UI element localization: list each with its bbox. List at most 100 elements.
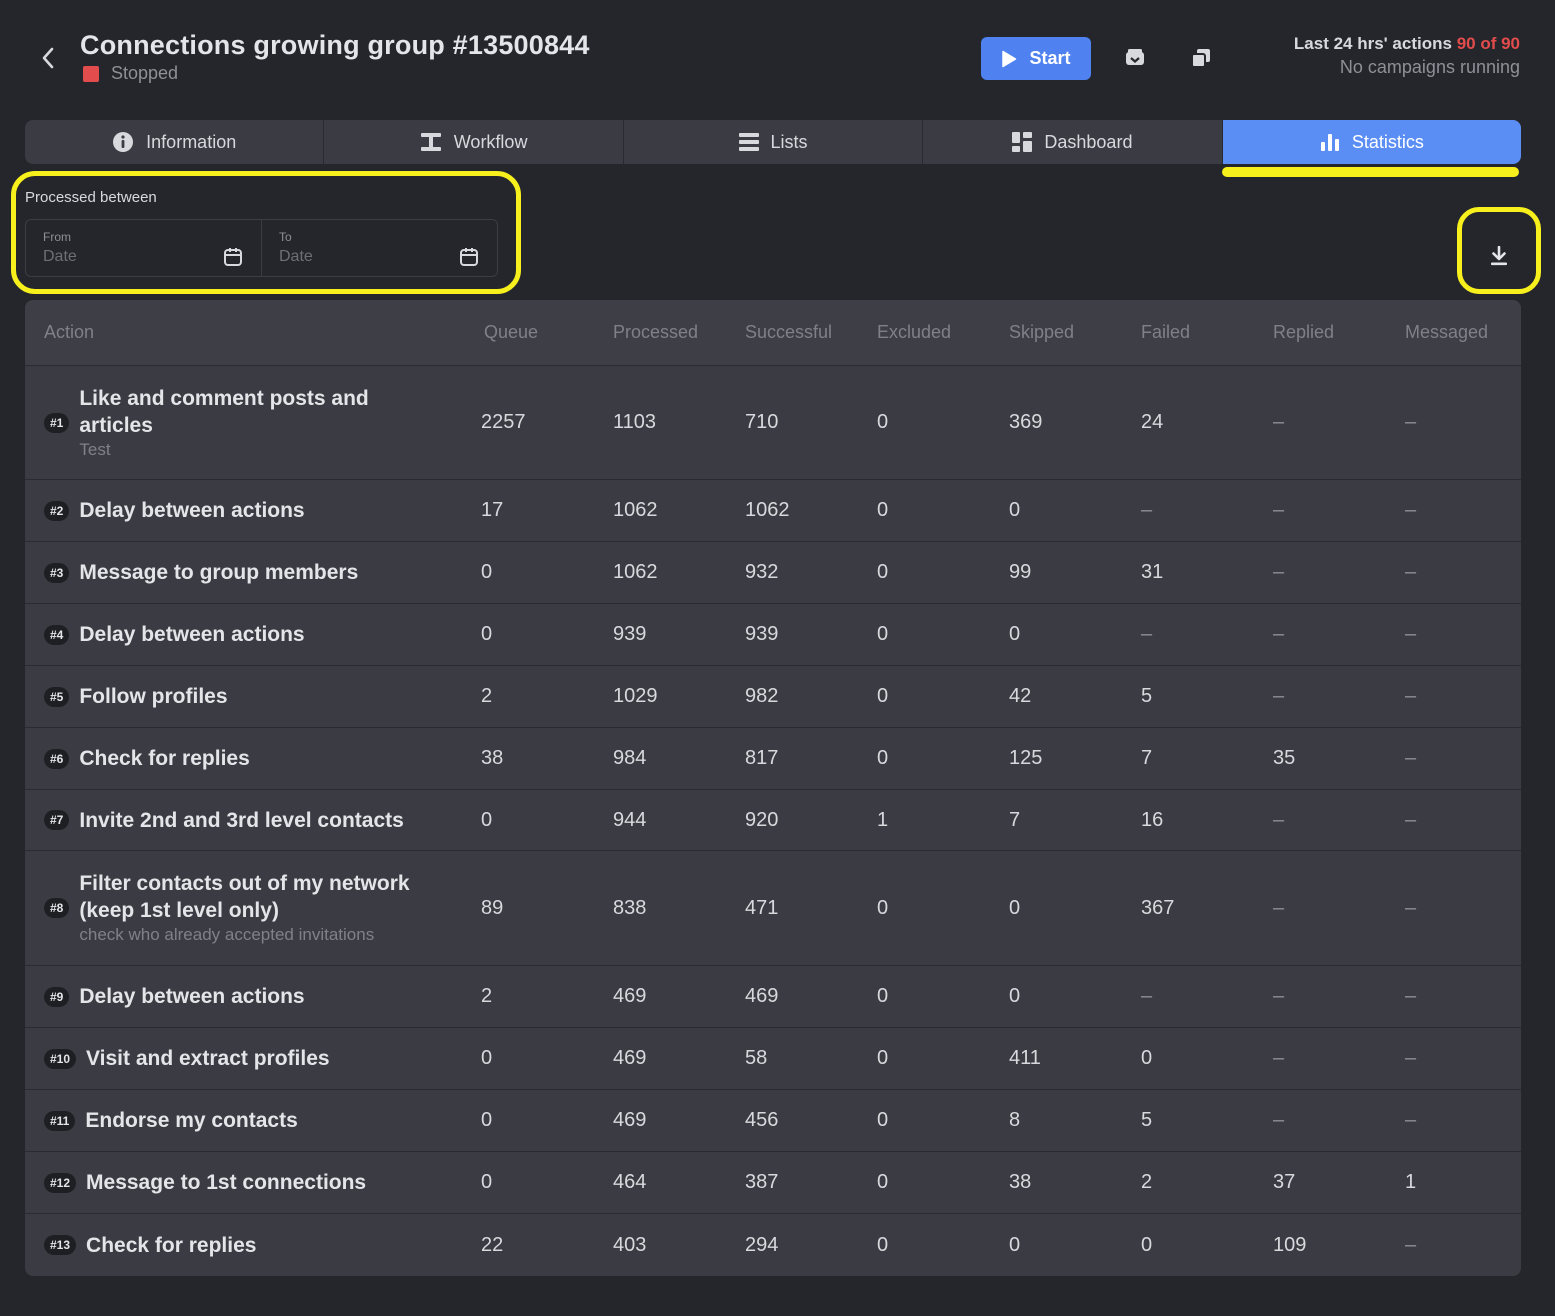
status-stopped-icon — [83, 65, 99, 82]
excluded-cell: 0 — [877, 411, 889, 433]
action-text: Visit and extract profiles — [86, 1045, 330, 1072]
step-number-badge: #6 — [44, 748, 70, 769]
skipped-cell: 8 — [1009, 1109, 1021, 1131]
successful-cell: 456 — [745, 1109, 779, 1131]
messaged-cell: 1 — [1405, 1171, 1417, 1193]
action-cell: #3 Message to group members — [25, 559, 481, 586]
queue-cell: 2257 — [481, 411, 526, 433]
queue-cell: 17 — [481, 499, 504, 521]
excluded-cell: 0 — [877, 561, 889, 583]
action-name: Like and comment posts and articles — [79, 386, 369, 437]
tab-lists-label: Lists — [770, 131, 808, 152]
tab-workflow[interactable]: Workflow — [324, 120, 624, 164]
download-icon — [1491, 246, 1507, 266]
replied-cell: – — [1273, 1047, 1285, 1069]
action-text: Check for replies — [86, 1232, 256, 1259]
copy-icon — [1191, 49, 1210, 68]
start-button[interactable]: Start — [981, 37, 1091, 80]
step-number-badge: #7 — [44, 810, 70, 830]
queue-cell: 89 — [481, 896, 504, 919]
back-button[interactable] — [34, 42, 62, 74]
table-row[interactable]: #2 Delay between actions 17 1062 1062 0 0 – – – — [25, 480, 1521, 542]
queue-cell: 22 — [481, 1233, 504, 1256]
table-row[interactable]: #8 Filter contacts out of my network (kee… — [25, 851, 1521, 966]
duplicate-button[interactable] — [1183, 40, 1219, 76]
action-name: Invite 2nd and 3rd level contacts — [79, 808, 404, 832]
action-cell: #8 Filter contacts out of my network (kee… — [25, 870, 481, 946]
replied-cell: – — [1273, 623, 1285, 645]
tab-lists[interactable]: Lists — [624, 120, 924, 164]
table-row[interactable]: #5 Follow profiles 2 1029 982 0 42 5 – – — [25, 666, 1521, 728]
excluded-cell: 0 — [877, 685, 889, 707]
messaged-cell: – — [1405, 499, 1417, 521]
failed-cell: 24 — [1141, 411, 1164, 433]
table-row[interactable]: #1 Like and comment posts and articles Tes… — [25, 366, 1521, 480]
column-header-excluded: Excluded — [877, 322, 952, 342]
table-row[interactable]: #7 Invite 2nd and 3rd level contacts 0 944 9… — [25, 790, 1521, 851]
tab-statistics[interactable]: Statistics — [1222, 120, 1521, 164]
excluded-cell: 0 — [877, 623, 889, 645]
processed-cell: 469 — [613, 1109, 647, 1131]
action-name: Follow profiles — [79, 685, 228, 708]
calendar-icon[interactable] — [459, 247, 479, 267]
action-subtitle: Test — [79, 439, 111, 459]
action-cell: #13 Check for replies — [25, 1232, 481, 1259]
processed-cell: 1029 — [613, 685, 658, 707]
table-row[interactable]: #4 Delay between actions 0 939 939 0 0 – – – — [25, 604, 1521, 666]
table-row[interactable]: #12 Message to 1st connections 0 464 387 0 38 2… — [25, 1152, 1521, 1214]
messaged-cell: – — [1405, 561, 1417, 583]
to-date-field[interactable]: To Date — [261, 220, 497, 276]
action-text: Filter contacts out of my network (keep … — [79, 870, 439, 946]
column-header-failed: Failed — [1141, 322, 1191, 342]
tab-dashboard-label: Dashboard — [1044, 131, 1133, 152]
tab-workflow-label: Workflow — [453, 131, 528, 152]
tab-statistics-label: Statistics — [1351, 131, 1424, 152]
action-cell: #11 Endorse my contacts — [25, 1107, 481, 1134]
processed-cell: 944 — [613, 808, 647, 831]
to-date-placeholder: Date — [279, 248, 313, 265]
skipped-cell: 0 — [1009, 623, 1021, 645]
action-name: Message to group members — [79, 561, 359, 584]
replied-cell: 37 — [1273, 1171, 1296, 1193]
table-row[interactable]: #11 Endorse my contacts 0 469 456 0 8 5 – – — [25, 1090, 1521, 1152]
step-number-badge: #9 — [44, 986, 70, 1007]
active-tab-highlight — [1222, 167, 1519, 177]
failed-cell: – — [1141, 499, 1153, 521]
action-cell: #7 Invite 2nd and 3rd level contacts — [25, 807, 481, 834]
skipped-cell: 0 — [1009, 985, 1021, 1007]
table-row[interactable]: #6 Check for replies 38 984 817 0 125 7 35 – — [25, 728, 1521, 790]
column-header-successful: Successful — [745, 322, 833, 342]
queue-cell: 0 — [481, 808, 493, 831]
from-date-field[interactable]: From Date — [26, 220, 261, 276]
tab-information[interactable]: Information — [25, 120, 325, 164]
messaged-cell: – — [1405, 985, 1417, 1007]
action-quota: Last 24 hrs' actions 90 of 90 No campaig… — [1294, 34, 1520, 78]
excluded-cell: 0 — [877, 985, 889, 1007]
excluded-cell: 0 — [877, 499, 889, 521]
action-text: Endorse my contacts — [85, 1107, 297, 1134]
table-row[interactable]: #13 Check for replies 22 403 294 0 0 0 109 – — [25, 1214, 1521, 1276]
tab-dashboard[interactable]: Dashboard — [923, 120, 1223, 164]
action-text: Like and comment posts and articles Test — [79, 385, 439, 461]
processed-cell: 939 — [613, 623, 647, 645]
calendar-icon[interactable] — [223, 247, 243, 267]
successful-cell: 817 — [745, 747, 779, 769]
archive-button[interactable] — [1117, 40, 1153, 76]
action-name: Filter contacts out of my network (keep … — [79, 872, 410, 922]
queue-cell: 2 — [481, 985, 493, 1007]
skipped-cell: 7 — [1009, 808, 1021, 831]
table-row[interactable]: #9 Delay between actions 2 469 469 0 0 – – – — [25, 966, 1521, 1028]
messaged-cell: – — [1405, 808, 1417, 831]
action-cell: #6 Check for replies — [25, 745, 481, 772]
skipped-cell: 99 — [1009, 561, 1032, 583]
queue-cell: 0 — [481, 1047, 493, 1069]
date-filter-label: Processed between — [25, 189, 157, 206]
successful-cell: 58 — [745, 1047, 768, 1069]
failed-cell: 2 — [1141, 1171, 1153, 1193]
table-row[interactable]: #3 Message to group members 0 1062 932 0 99 31 –… — [25, 542, 1521, 604]
table-row[interactable]: #10 Visit and extract profiles 0 469 58 0 411 0… — [25, 1028, 1521, 1090]
download-button[interactable] — [1485, 242, 1513, 270]
replied-cell: – — [1273, 561, 1285, 583]
action-name: Endorse my contacts — [85, 1109, 298, 1132]
processed-cell: 469 — [613, 1047, 647, 1069]
